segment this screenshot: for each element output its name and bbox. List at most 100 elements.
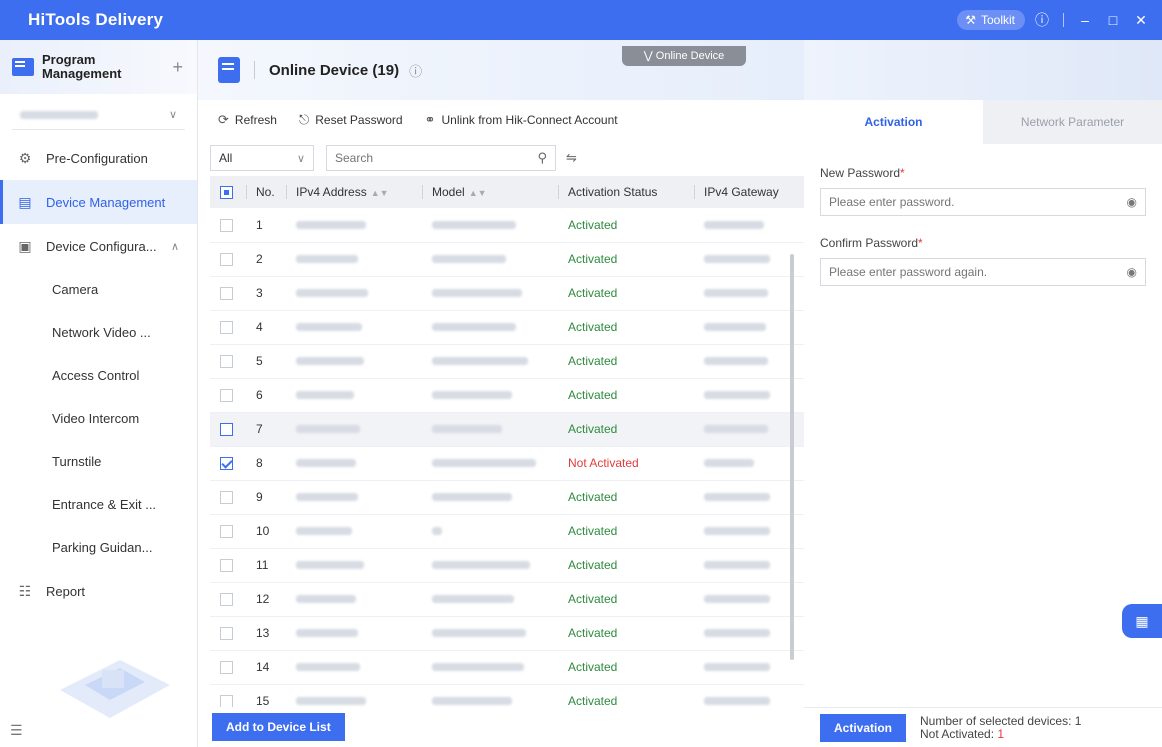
divider [254,61,255,79]
table-row[interactable]: 4 Activated [210,310,810,345]
row-checkbox[interactable] [220,287,233,301]
refresh-button[interactable]: ⟳ Refresh [218,112,277,128]
row-checkbox[interactable] [220,457,233,471]
nav-device-management[interactable]: ▤ Device Management [0,180,197,224]
confirm-password-field[interactable] [829,265,1127,279]
col-ipv4[interactable]: IPv4 Address ▲▼ [286,176,422,208]
row-checkbox[interactable] [220,321,233,335]
blurred-gateway [704,697,770,705]
toolkit-button[interactable]: ⚒ Toolkit [957,10,1025,30]
table-row[interactable]: 13 Activated [210,616,810,651]
maximize-icon[interactable]: □ [1102,9,1124,31]
floating-monitor-button[interactable]: ▦ [1122,604,1162,638]
nav-sub-entrance-exit[interactable]: Entrance & Exit ... [0,483,197,526]
status-filter-select[interactable]: All ∨ [210,145,314,171]
table-row[interactable]: 2 Activated [210,242,810,277]
new-password-label: New Password* [820,166,1146,180]
activation-button[interactable]: Activation [820,713,907,742]
table-row[interactable]: 7 Activated [210,412,810,447]
search-icon[interactable]: ⚲ [537,150,547,166]
table-row[interactable]: 5 Activated [210,344,810,379]
table-row[interactable]: 12 Activated [210,582,810,617]
help-icon[interactable]: ⓘ [1031,9,1053,31]
nav-sub-video-intercom[interactable]: Video Intercom [0,397,197,440]
table-row[interactable]: 8 Not Activated [210,446,810,481]
table-scrollbar[interactable] [790,254,794,660]
reset-password-icon: ⎋ [298,112,310,127]
nav-sub-access-control[interactable]: Access Control [0,354,197,397]
window-controls: ⚒ Toolkit ⓘ – □ ✕ [957,9,1162,31]
blurred-model [432,323,516,331]
table-row[interactable]: 14 Activated [210,650,810,685]
nav-sub-network-video[interactable]: Network Video ... [0,311,197,354]
table-row[interactable]: 10 Activated [210,514,810,549]
row-select-cell [210,548,246,583]
reset-password-button[interactable]: ⎋ Reset Password [299,112,403,128]
eye-off-icon[interactable]: ◉ [1127,265,1137,279]
row-status: Activated [558,276,694,311]
filter-row: All ∨ ⚲ ⇋ [198,140,804,176]
col-model[interactable]: Model ▲▼ [422,176,558,208]
new-password-field[interactable] [829,195,1127,209]
row-checkbox[interactable] [220,218,233,232]
table-row[interactable]: 3 Activated [210,276,810,311]
row-checkbox[interactable] [220,253,233,267]
tab-activation[interactable]: Activation [804,100,983,144]
refresh-icon: ⟳ [218,112,229,127]
table-row[interactable]: 6 Activated [210,378,810,413]
program-select[interactable]: ∨ [12,100,185,130]
row-checkbox[interactable] [220,525,233,539]
row-checkbox[interactable] [220,661,233,675]
search-input[interactable] [335,151,538,165]
unlink-button[interactable]: ⚭ Unlink from Hik-Connect Account [425,112,618,128]
nav-sub-parking-guidance[interactable]: Parking Guidan... [0,526,197,569]
row-model [422,582,558,617]
nav-report[interactable]: ☷ Report [0,569,197,613]
table-row[interactable]: 11 Activated [210,548,810,583]
eye-off-icon[interactable]: ◉ [1127,195,1137,209]
nav-device-configuration[interactable]: ▣ Device Configura... ∧ [0,224,197,268]
row-checkbox[interactable] [220,593,233,607]
row-status: Activated [558,616,694,651]
program-icon [12,58,34,76]
row-checkbox[interactable] [220,627,233,641]
row-status: Activated [558,378,694,413]
row-select-cell [210,616,246,651]
online-device-tab[interactable]: ⋁ Online Device [622,46,746,66]
blurred-ipv4 [296,323,362,331]
row-checkbox[interactable] [220,389,233,403]
chevron-down-icon: ⋁ [643,50,653,62]
row-select-cell [210,480,246,515]
nav-sub-turnstile[interactable]: Turnstile [0,440,197,483]
program-title: Program Management [42,52,122,81]
blurred-gateway [704,220,764,229]
nav-pre-configuration[interactable]: ⚙ Pre-Configuration [0,136,197,180]
row-ipv4 [286,412,422,447]
blurred-model [432,527,442,535]
help-icon[interactable]: ⓘ [409,61,422,80]
table-row[interactable]: 1 Activated [210,208,810,243]
program-management-header: Program Management + [0,40,197,94]
row-ipv4 [286,616,422,651]
row-checkbox[interactable] [220,559,233,573]
tab-network-parameter[interactable]: Network Parameter [983,100,1162,144]
table-row[interactable]: 9 Activated [210,480,810,515]
row-checkbox[interactable] [220,491,233,505]
row-model [422,650,558,685]
blurred-gateway [704,289,768,297]
new-password-label-text: New Password [820,166,901,180]
page-header: Online Device (19) ⓘ ⋁ Online Device [198,40,804,100]
filter-settings-icon[interactable]: ⇋ [566,150,577,166]
confirm-password-box: ◉ [820,258,1146,286]
select-all-checkbox[interactable] [220,186,233,200]
collapse-menu-icon[interactable]: ☰ [10,722,23,739]
row-checkbox[interactable] [220,423,233,437]
nav-sub-camera[interactable]: Camera [0,268,197,311]
add-program-icon[interactable]: + [172,57,183,78]
row-status: Activated [558,548,694,583]
row-checkbox[interactable] [220,355,233,369]
minimize-icon[interactable]: – [1074,9,1096,31]
close-icon[interactable]: ✕ [1130,9,1152,31]
add-to-device-list-button[interactable]: Add to Device List [212,713,345,741]
not-activated-count: 1 [997,726,1005,741]
